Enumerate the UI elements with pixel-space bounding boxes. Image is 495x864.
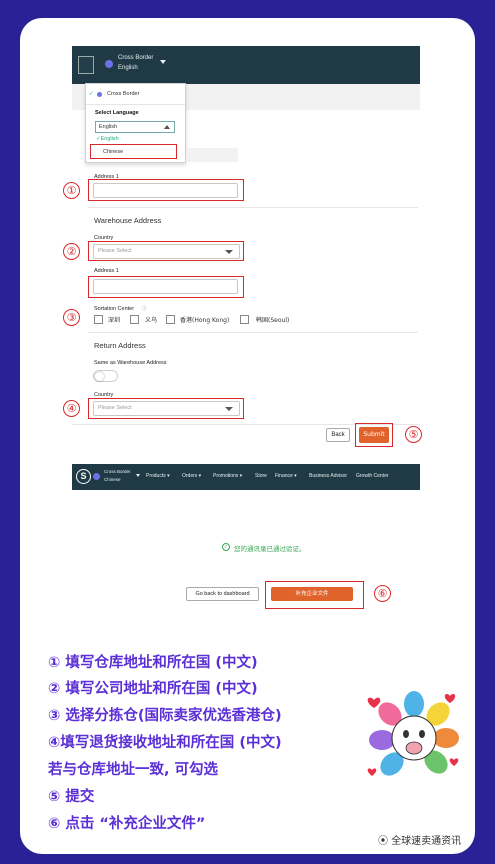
flower-sticker-icon [367, 691, 459, 776]
checkbox-hongkong[interactable] [166, 315, 175, 324]
marker-5: ⑤ [405, 426, 422, 443]
sortation-center-label: Sortation Center [94, 306, 135, 312]
wechat-icon: ⦿ [378, 836, 392, 847]
option-label: English [100, 136, 119, 142]
heart-icon [367, 768, 377, 776]
go-back-dashboard-button[interactable]: Go back to dashboard [186, 587, 259, 601]
nav-products[interactable]: Products ▾ [146, 473, 170, 479]
watermark: ⦿ 全球速卖通资讯 [378, 832, 461, 847]
highlight-box-5 [355, 423, 393, 447]
highlight-box-2b [88, 276, 244, 298]
dropdown-divider [86, 104, 185, 105]
checkbox-yiwu[interactable] [130, 315, 139, 324]
right-eye [419, 730, 425, 738]
shop-logo-icon[interactable]: S [76, 469, 91, 484]
language-select[interactable]: English [95, 121, 175, 133]
chinese-highlight-box [90, 144, 177, 159]
warehouse-address-header: Warehouse Address [94, 216, 162, 225]
heart-icon [449, 758, 459, 766]
back-button[interactable]: Back [326, 428, 350, 442]
account-dot-icon [105, 60, 113, 68]
highlight-box-4 [88, 398, 244, 419]
success-check-icon: ✓ [222, 543, 230, 551]
language-select-value: English [99, 124, 118, 130]
top-nav-bar: Cross Border English [72, 46, 420, 84]
nav-growth-center[interactable]: Growth Center [356, 473, 389, 479]
address1-label-2: Address 1 [94, 268, 119, 274]
select-language-label: Select Language [95, 110, 139, 116]
checkbox-shenzhen[interactable] [94, 315, 103, 324]
account-name[interactable]: Cross Border [104, 469, 131, 474]
nav-business-advisor[interactable]: Business Advisor [309, 473, 347, 479]
account-dot-icon [97, 92, 102, 97]
checkbox-seoul[interactable] [240, 315, 249, 324]
left-eye [403, 730, 409, 738]
instruction-5: ⑤ 提交 [48, 789, 95, 805]
marker-1: ① [63, 182, 80, 199]
checkbox-yiwu-label: 义乌 [145, 317, 158, 324]
account-caret-icon[interactable] [160, 60, 166, 64]
chevron-up-icon [164, 125, 170, 129]
checkbox-seoul-label: 韩国(Seoul) [256, 317, 290, 324]
return-address-header: Return Address [94, 341, 146, 350]
toggle-knob [95, 372, 104, 381]
success-message: 您的通讯录已通过验证。 [234, 545, 306, 553]
language-option-english[interactable]: ✓English [96, 136, 119, 142]
nav-orders[interactable]: Orders ▾ [182, 473, 201, 479]
marker-6: ⑥ [374, 585, 391, 602]
check-icon: ✓ [89, 91, 94, 97]
info-icon[interactable]: ⓘ [142, 305, 147, 312]
nav-finance[interactable]: Finance ▾ [275, 473, 297, 479]
checkbox-shenzhen-label: 深圳 [108, 317, 121, 324]
account-language[interactable]: English [118, 65, 138, 71]
nav-store[interactable]: Store [255, 473, 267, 479]
instruction-3: ③ 选择分拣仓(国际卖家优选香港仓) [48, 708, 282, 724]
heart-icon [444, 693, 456, 703]
broken-logo-icon [78, 56, 94, 74]
same-as-warehouse-toggle[interactable] [93, 370, 118, 382]
account-dot-icon [93, 473, 100, 480]
same-as-warehouse-label: Same as Warehouse Address [94, 360, 167, 366]
nav-promotions[interactable]: Promotions ▾ [213, 473, 242, 479]
gray-field-stub [186, 148, 238, 162]
instruction-4-note: 若与仓库地址一致, 可勾选 [48, 762, 219, 778]
account-caret-icon[interactable] [136, 474, 140, 477]
instruction-6: ⑥ 点击 “补充企业文件” [48, 816, 206, 832]
instruction-1: ① 填写仓库地址和所在国 (中文) [48, 655, 258, 671]
instruction-2: ② 填写公司地址和所在国 (中文) [48, 681, 258, 697]
account-language[interactable]: Chinese [104, 477, 121, 482]
instruction-4: ④填写退货接收地址和所在国 (中文) [48, 735, 282, 751]
highlight-box-6 [265, 581, 364, 609]
marker-2: ② [63, 243, 80, 260]
account-name[interactable]: Cross Border [118, 55, 153, 61]
heart-icon [367, 697, 381, 708]
highlight-box-2a [88, 241, 244, 261]
highlight-box-1 [88, 179, 244, 201]
watermark-text: 全球速卖通资讯 [391, 836, 462, 847]
dropdown-account-option[interactable]: Cross Border [107, 91, 139, 97]
marker-4: ④ [63, 400, 80, 417]
checkbox-hongkong-label: 香港(Hong Kong) [180, 317, 230, 324]
section-divider [88, 207, 418, 208]
marker-3: ③ [63, 309, 80, 326]
second-nav-bar: S Cross Border Chinese Products ▾ Orders… [72, 464, 420, 490]
mouth [405, 741, 423, 755]
section-divider [88, 332, 418, 333]
